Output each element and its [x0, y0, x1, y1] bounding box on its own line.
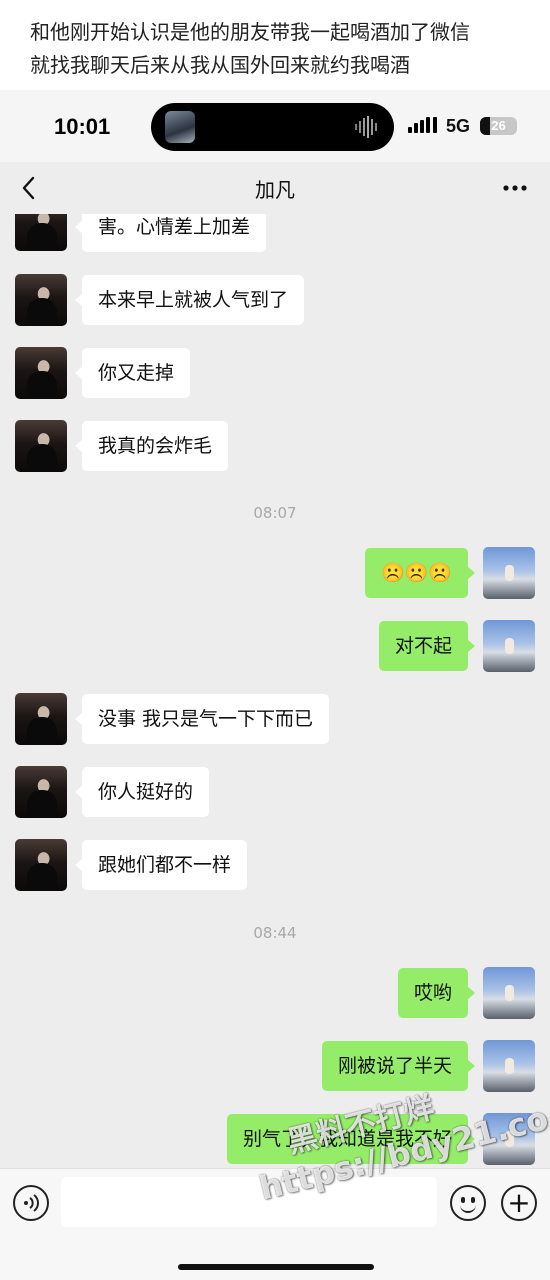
- message-bubble-sent[interactable]: 刚被说了半天: [321, 1041, 476, 1091]
- dynamic-island[interactable]: [151, 103, 394, 151]
- plus-icon[interactable]: +: [501, 1185, 537, 1221]
- caption-line-1: 和他刚开始认识是他的朋友带我一起喝酒加了微信: [30, 20, 470, 44]
- contact-avatar[interactable]: [15, 693, 67, 745]
- status-bar: 10:01 5G 26: [0, 90, 550, 162]
- contact-avatar[interactable]: [15, 347, 67, 399]
- status-time: 10:01: [54, 114, 111, 139]
- chat-title: 加凡: [255, 178, 295, 202]
- message-timestamp: 08:07: [253, 504, 297, 522]
- phone-screenshot: 10:01 5G 26 加凡 害。心情差上加差 本来早上就被人气到了 你又走掉 …: [0, 90, 550, 1280]
- message-bubble-received[interactable]: 你又走掉: [74, 348, 191, 398]
- input-bar: +: [0, 1168, 550, 1280]
- message-bubble-received[interactable]: 你人挺好的: [74, 767, 210, 817]
- message-bubble-received[interactable]: 没事 我只是气一下下而已: [74, 694, 330, 744]
- my-avatar[interactable]: [483, 1113, 535, 1165]
- my-avatar[interactable]: [483, 547, 535, 599]
- message-bubble-received[interactable]: 我真的会炸毛: [74, 421, 229, 471]
- voice-icon[interactable]: [13, 1185, 49, 1221]
- emoji-icon[interactable]: [450, 1185, 486, 1221]
- more-dots-icon[interactable]: [500, 176, 530, 200]
- battery-icon: 26: [480, 117, 517, 135]
- contact-avatar[interactable]: [15, 766, 67, 818]
- signal-icon: [408, 117, 437, 133]
- message-bubble-sent[interactable]: 别气了，我知道是我不好: [226, 1114, 476, 1164]
- message-bubble-received[interactable]: 害。心情差上加差: [74, 214, 267, 252]
- message-list[interactable]: 害。心情差上加差 本来早上就被人气到了 你又走掉 我真的会炸毛 08:07 ☹️…: [0, 214, 550, 1168]
- chat-header: 加凡: [0, 162, 550, 214]
- message-bubble-sent[interactable]: 哎哟: [397, 968, 476, 1018]
- caption-line-2: 就找我聊天后来从我从国外回来就约我喝酒: [30, 53, 410, 77]
- contact-avatar[interactable]: [15, 420, 67, 472]
- audio-waveform-icon: [355, 116, 377, 138]
- contact-avatar[interactable]: [15, 274, 67, 326]
- voice-waves-icon: [24, 1194, 39, 1212]
- message-bubble-received[interactable]: 跟她们都不一样: [74, 840, 248, 890]
- home-indicator[interactable]: [178, 1264, 374, 1270]
- message-bubble-sent[interactable]: ☹️☹️☹️: [365, 548, 475, 598]
- contact-avatar[interactable]: [15, 214, 67, 251]
- contact-avatar[interactable]: [15, 839, 67, 891]
- my-avatar[interactable]: [483, 1040, 535, 1092]
- message-timestamp: 08:44: [253, 924, 297, 942]
- message-bubble-received[interactable]: 本来早上就被人气到了: [74, 275, 305, 325]
- network-type: 5G: [446, 116, 471, 136]
- my-avatar[interactable]: [483, 620, 535, 672]
- my-avatar[interactable]: [483, 967, 535, 1019]
- post-caption: 和他刚开始认识是他的朋友带我一起喝酒加了微信 就找我聊天后来从我从国外回来就约我…: [0, 0, 550, 90]
- message-input[interactable]: [61, 1177, 437, 1227]
- message-bubble-sent[interactable]: 对不起: [378, 621, 476, 671]
- album-thumbnail-icon: [165, 111, 195, 143]
- battery-percent: 26: [491, 118, 506, 133]
